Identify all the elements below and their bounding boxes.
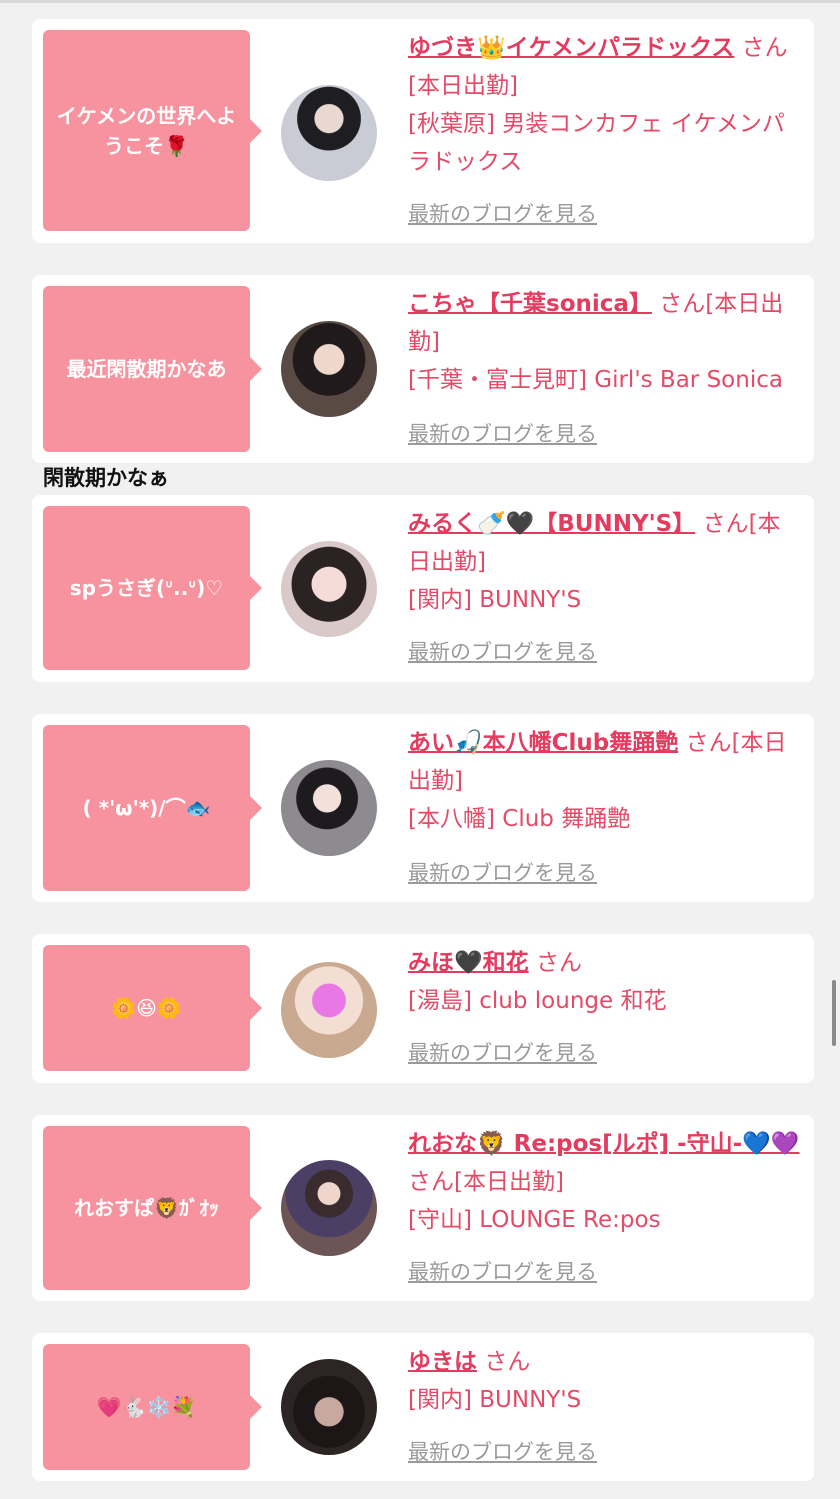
message-bubble: 最近閑散期かなあ: [43, 286, 262, 452]
avatar[interactable]: [281, 962, 377, 1058]
cast-status: さん[本日出勤]: [408, 1169, 564, 1195]
list-item: 💗🐇❄️💐 ゆきは さん [関内] BUNNY'S 最新のブログを見る: [32, 1333, 814, 1481]
cast-status: さん: [535, 950, 582, 976]
message-text: 💗🐇❄️💐: [96, 1395, 197, 1419]
cast-name-link[interactable]: こちゃ【千葉sonica】: [408, 291, 652, 317]
message-bubble: 💗🐇❄️💐: [43, 1344, 262, 1470]
cast-name-link[interactable]: れおな🦁 Re:pos[ルポ] -守山-💙💜: [408, 1131, 800, 1157]
latest-blog-link[interactable]: 最新のブログを見る: [408, 1041, 597, 1065]
message-text: れおすぱ🦁ｶﾞｵｯ: [74, 1196, 219, 1220]
list-item: れおすぱ🦁ｶﾞｵｯ れおな🦁 Re:pos[ルポ] -守山-💙💜 さん[本日出勤…: [32, 1115, 814, 1301]
avatar[interactable]: [281, 541, 377, 637]
cast-name-link[interactable]: みほ🖤和花: [408, 950, 529, 976]
shop-label: [湯島] club lounge 和花: [408, 988, 667, 1014]
scrollbar[interactable]: [832, 980, 836, 1046]
latest-blog-link[interactable]: 最新のブログを見る: [408, 861, 597, 885]
message-bubble: 🌼😆🌼: [43, 945, 262, 1071]
section-heading: 閑散期かなぁ: [43, 466, 169, 490]
avatar[interactable]: [281, 321, 377, 417]
latest-blog-link[interactable]: 最新のブログを見る: [408, 640, 597, 664]
latest-blog-link[interactable]: 最新のブログを見る: [408, 422, 597, 446]
shop-label: [千葉・富士見町] Girl's Bar Sonica: [408, 367, 783, 393]
shop-label: [守山] LOUNGE Re:pos: [408, 1207, 661, 1233]
avatar[interactable]: [281, 1160, 377, 1256]
message-text: 🌼😆🌼: [111, 996, 182, 1020]
message-bubble: ( *'ω'*)/⌒🐟: [43, 725, 262, 891]
avatar[interactable]: [281, 760, 377, 856]
message-bubble: れおすぱ🦁ｶﾞｵｯ: [43, 1126, 262, 1290]
shop-label: [関内] BUNNY'S: [408, 1387, 582, 1413]
cast-name-link[interactable]: ゆづき👑イケメンパラドックス: [408, 35, 734, 61]
cast-name-link[interactable]: あい🎣本八幡Club舞踊艶: [408, 730, 678, 756]
message-text: 最近閑散期かなあ: [66, 357, 227, 381]
shop-label: [本八幡] Club 舞踊艶: [408, 806, 631, 832]
message-text: ( *'ω'*)/⌒🐟: [82, 796, 211, 820]
top-divider: [0, 0, 840, 3]
message-bubble: spうさぎ(ᐡ..ᐡ)♡: [43, 506, 262, 670]
latest-blog-link[interactable]: 最新のブログを見る: [408, 202, 597, 226]
cast-status: さん: [484, 1349, 531, 1375]
message-bubble: イケメンの世界へようこそ🌹: [43, 30, 262, 231]
cast-name-link[interactable]: みるく🍼🖤【BUNNY'S】: [408, 511, 695, 537]
message-text: spうさぎ(ᐡ..ᐡ)♡: [69, 576, 224, 600]
latest-blog-link[interactable]: 最新のブログを見る: [408, 1440, 597, 1464]
message-text: イケメンの世界へようこそ🌹: [56, 103, 237, 158]
latest-blog-link[interactable]: 最新のブログを見る: [408, 1260, 597, 1284]
list-item: イケメンの世界へようこそ🌹 ゆづき👑イケメンパラドックス さん[本日出勤] [秋…: [32, 19, 814, 243]
list-item: spうさぎ(ᐡ..ᐡ)♡ みるく🍼🖤【BUNNY'S】 さん[本日出勤] [関内…: [32, 495, 814, 682]
list-item: ( *'ω'*)/⌒🐟 あい🎣本八幡Club舞踊艶 さん[本日出勤] [本八幡]…: [32, 714, 814, 902]
list-item: 最近閑散期かなあ こちゃ【千葉sonica】 さん[本日出勤] [千葉・富士見町…: [32, 275, 814, 463]
shop-label: [秋葉原] 男装コンカフェ イケメンパラドックス: [408, 111, 785, 175]
list-item: 🌼😆🌼 みほ🖤和花 さん [湯島] club lounge 和花 最新のブログを…: [32, 934, 814, 1083]
avatar[interactable]: [281, 85, 377, 181]
cast-name-link[interactable]: ゆきは: [408, 1349, 477, 1375]
avatar[interactable]: [281, 1359, 377, 1455]
shop-label: [関内] BUNNY'S: [408, 587, 582, 613]
